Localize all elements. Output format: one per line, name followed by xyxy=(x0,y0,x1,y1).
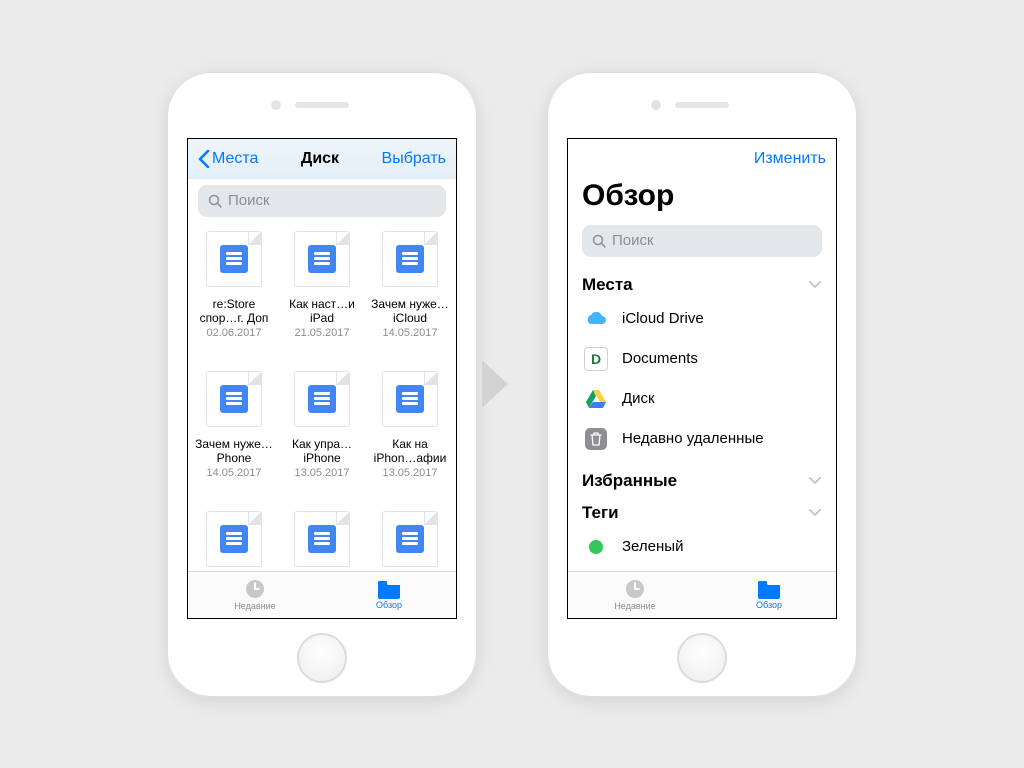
doc-icon xyxy=(206,511,262,567)
doc-icon xyxy=(294,511,350,567)
file-item[interactable]: Как на iPhon…афии 13.05.2017 xyxy=(368,371,452,511)
tab-browse[interactable]: Обзор xyxy=(322,572,456,618)
tab-label: Обзор xyxy=(756,600,782,610)
place-trash[interactable]: Недавно удаленные xyxy=(568,419,836,459)
section-tags-header[interactable]: Теги xyxy=(582,503,822,523)
file-date: 13.05.2017 xyxy=(294,467,349,479)
icloud-icon xyxy=(582,311,610,327)
place-label: iCloud Drive xyxy=(622,310,704,327)
camera-dot xyxy=(271,100,281,110)
tab-bar: Недавние Обзор xyxy=(568,571,836,618)
doc-icon xyxy=(382,231,438,287)
search-placeholder: Поиск xyxy=(612,232,654,249)
doc-icon xyxy=(206,371,262,427)
tab-recent[interactable]: Недавние xyxy=(188,572,322,618)
screen-browse: Изменить Обзор Поиск Места iCloud Drive xyxy=(567,138,837,619)
edit-button[interactable]: Изменить xyxy=(754,150,826,168)
search-icon xyxy=(592,234,606,248)
chevron-down-icon xyxy=(808,476,822,486)
phone-left: Места Диск Выбрать Поиск re:Store спор…г… xyxy=(167,72,477,697)
file-item[interactable]: Как упра…iPhone 13.05.2017 xyxy=(280,371,364,511)
doc-icon xyxy=(382,511,438,567)
arrow-right-icon xyxy=(476,356,516,412)
file-item[interactable]: Зачем нуже…iCloud 14.05.2017 xyxy=(368,231,452,371)
search-placeholder: Поиск xyxy=(228,192,270,209)
file-date: 13.05.2017 xyxy=(382,467,437,479)
file-item[interactable] xyxy=(192,511,276,571)
select-button[interactable]: Выбрать xyxy=(382,150,446,168)
file-date: 14.05.2017 xyxy=(206,467,261,479)
place-gdrive[interactable]: Диск xyxy=(568,379,836,419)
nav-bar: Изменить xyxy=(568,139,836,179)
place-icloud[interactable]: iCloud Drive xyxy=(568,299,836,339)
section-label: Теги xyxy=(582,503,619,523)
file-name: Как на iPhon…афии xyxy=(370,437,450,465)
file-date: 14.05.2017 xyxy=(382,327,437,339)
place-label: Недавно удаленные xyxy=(622,430,764,447)
tab-label: Недавние xyxy=(234,601,275,611)
place-label: Documents xyxy=(622,350,698,367)
back-button[interactable]: Места xyxy=(198,150,258,168)
doc-icon xyxy=(382,371,438,427)
nav-title: Диск xyxy=(301,150,339,168)
file-name: Зачем нуже…iCloud xyxy=(370,297,450,325)
folder-icon xyxy=(757,579,781,599)
tab-label: Обзор xyxy=(376,600,402,610)
tab-recent[interactable]: Недавние xyxy=(568,572,702,618)
folder-icon xyxy=(377,579,401,599)
file-grid: re:Store спор…г. Доп 02.06.2017 Как наст…… xyxy=(188,227,456,571)
page-title: Обзор xyxy=(582,179,822,213)
documents-app-icon: D xyxy=(582,347,610,371)
doc-icon xyxy=(294,371,350,427)
file-item[interactable]: re:Store спор…г. Доп 02.06.2017 xyxy=(192,231,276,371)
tag-dot-icon xyxy=(582,540,610,554)
file-item[interactable]: Зачем нуже…Phone 14.05.2017 xyxy=(192,371,276,511)
file-name: re:Store спор…г. Доп xyxy=(194,297,274,325)
chevron-left-icon xyxy=(198,150,210,168)
nav-bar: Места Диск Выбрать xyxy=(188,139,456,179)
tag-label: Зеленый xyxy=(622,538,683,555)
section-places-header[interactable]: Места xyxy=(582,275,822,295)
clock-icon xyxy=(624,578,646,600)
doc-icon xyxy=(294,231,350,287)
file-date: 02.06.2017 xyxy=(206,327,261,339)
search-input[interactable]: Поиск xyxy=(582,225,822,257)
file-name: Зачем нуже…Phone xyxy=(194,437,274,465)
file-item[interactable] xyxy=(280,511,364,571)
doc-icon xyxy=(206,231,262,287)
places-list: iCloud Drive D Documents Диск Недавн xyxy=(568,299,836,459)
chevron-down-icon xyxy=(808,280,822,290)
chevron-down-icon xyxy=(808,508,822,518)
tab-bar: Недавние Обзор xyxy=(188,571,456,618)
place-documents[interactable]: D Documents xyxy=(568,339,836,379)
file-name: Как упра…iPhone xyxy=(282,437,362,465)
trash-icon xyxy=(582,428,610,450)
file-item[interactable] xyxy=(368,511,452,571)
file-date: 21.05.2017 xyxy=(294,327,349,339)
home-button[interactable] xyxy=(677,633,727,683)
file-name: Как наст…и iPad xyxy=(282,297,362,325)
home-button[interactable] xyxy=(297,633,347,683)
google-drive-icon xyxy=(582,389,610,409)
camera-dot xyxy=(651,100,661,110)
section-label: Места xyxy=(582,275,633,295)
phone-right: Изменить Обзор Поиск Места iCloud Drive xyxy=(547,72,857,697)
place-label: Диск xyxy=(622,390,655,407)
tab-browse[interactable]: Обзор xyxy=(702,572,836,618)
tags-list: Зеленый xyxy=(568,527,836,567)
search-input[interactable]: Поиск xyxy=(198,185,446,217)
clock-icon xyxy=(244,578,266,600)
section-favorites-header[interactable]: Избранные xyxy=(582,471,822,491)
back-label: Места xyxy=(212,150,258,168)
search-icon xyxy=(208,194,222,208)
file-item[interactable]: Как наст…и iPad 21.05.2017 xyxy=(280,231,364,371)
tag-green[interactable]: Зеленый xyxy=(568,527,836,567)
screen-disk: Места Диск Выбрать Поиск re:Store спор…г… xyxy=(187,138,457,619)
section-label: Избранные xyxy=(582,471,677,491)
tab-label: Недавние xyxy=(614,601,655,611)
